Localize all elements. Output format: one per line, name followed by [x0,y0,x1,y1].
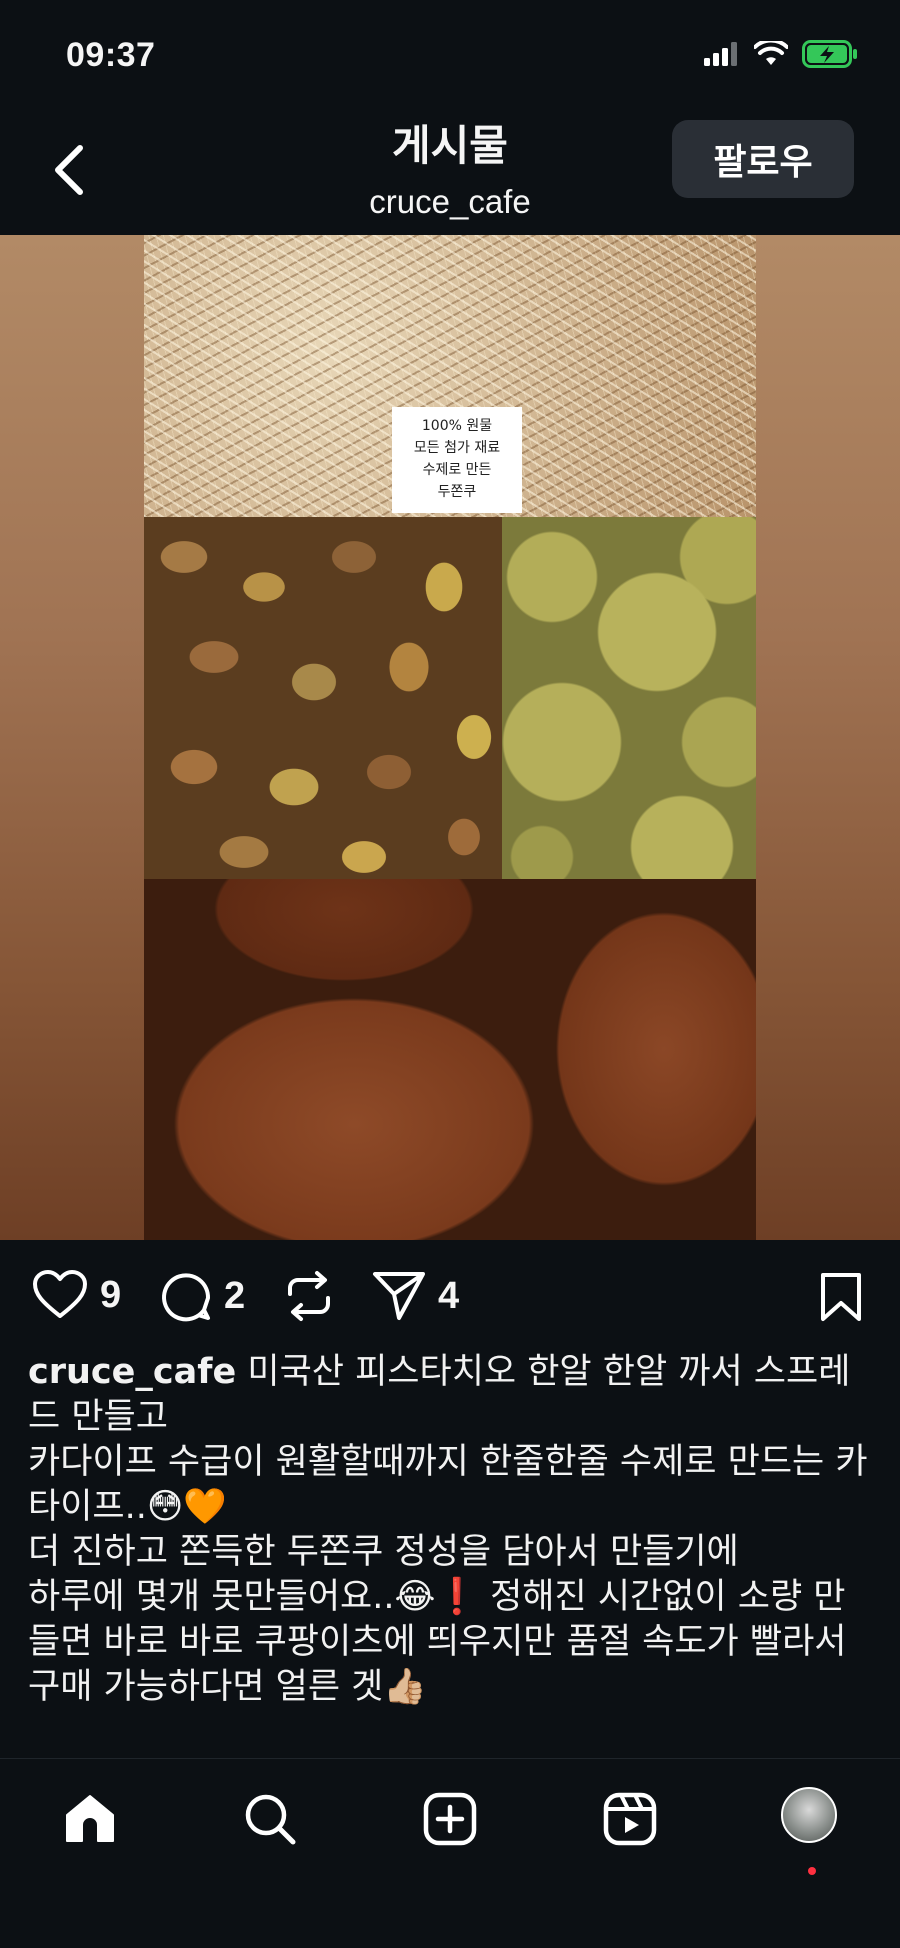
send-icon [373,1272,425,1320]
bottom-navigation [0,1758,900,1948]
status-bar: 09:37 [0,0,900,110]
nav-profile[interactable] [779,1785,839,1845]
action-bar: 9 2 4 [0,1240,900,1350]
heart-icon [33,1270,87,1318]
image-text-line: 100% 원물 [421,418,493,434]
cocoa-cookie-photo [144,879,756,1240]
like-count[interactable]: 9 [100,1274,121,1317]
status-icons [704,40,858,68]
wifi-icon [754,41,788,65]
reels-icon [603,1792,657,1846]
create-icon [423,1792,477,1846]
repost-button[interactable] [284,1270,334,1322]
repost-icon [288,1271,330,1321]
share-button[interactable]: 4 [372,1270,459,1322]
image-text-card: 100% 원물 모든 첨가 재료 수제로 만든 두쫀쿠 [392,407,522,513]
comment-icon [162,1273,211,1322]
comment-button[interactable]: 2 [160,1270,245,1322]
bookmark-icon [821,1273,861,1321]
comment-count[interactable]: 2 [224,1275,245,1318]
post-screen: 09:37 게시물 cruce_cafe 팔로우 100% 원물 모든 첨가 재… [0,0,900,1948]
post-header: 게시물 cruce_cafe 팔로우 [0,110,900,235]
image-text-line: 수제로 만든 [422,462,492,478]
pistachio-photo [144,517,502,879]
nav-create[interactable] [420,1789,480,1849]
save-button[interactable] [820,1272,862,1327]
caption-text: 더 진하고 쫀득한 두쫀쿠 정성을 담아서 만들기에 [28,1532,739,1572]
image-text-line: 두쫀쿠 [437,484,477,500]
signal-icon [704,42,737,66]
home-icon [66,1795,114,1842]
coconut-flakes-photo: 100% 원물 모든 첨가 재료 수제로 만든 두쫀쿠 [144,235,756,517]
caption-first-line: cruce_cafe 미국산 피스타치오 한알 한알 까서 스프레드 만들고 [28,1350,874,1440]
nav-search[interactable] [240,1789,300,1849]
search-icon [245,1794,296,1845]
battery-charging-icon [802,40,857,68]
nav-home[interactable] [60,1789,120,1849]
photo-collage: 100% 원물 모든 첨가 재료 수제로 만든 두쫀쿠 [144,235,756,1240]
like-button[interactable]: 9 [32,1270,121,1320]
notification-dot [808,1867,816,1875]
caption-username[interactable]: cruce_cafe [28,1352,236,1392]
matcha-balls-photo [502,517,756,879]
caption-text: 하루에 몇개 못만들어요..😂❗️ 정해진 시간없이 소량 만들면 바로 바로 … [28,1577,847,1707]
profile-avatar [781,1787,837,1843]
caption-text: 카다이프 수급이 원활할때까지 한줄한줄 수제로 만드는 카타이프..😳🧡 [28,1442,868,1527]
share-count[interactable]: 4 [438,1275,459,1318]
post-caption: cruce_cafe 미국산 피스타치오 한알 한알 까서 스프레드 만들고 카… [28,1350,874,1710]
image-text-line: 모든 첨가 재료 [413,440,501,456]
nav-reels[interactable] [600,1789,660,1849]
status-time: 09:37 [66,36,156,74]
follow-button[interactable]: 팔로우 [672,120,854,198]
post-image[interactable]: 100% 원물 모든 첨가 재료 수제로 만든 두쫀쿠 [0,235,900,1240]
